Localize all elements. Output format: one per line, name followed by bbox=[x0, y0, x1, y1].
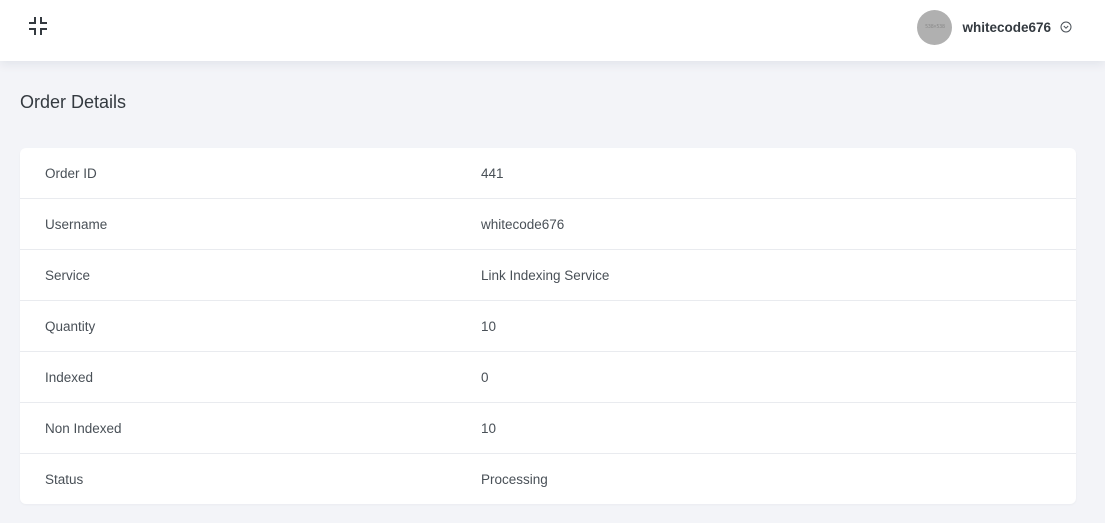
collapse-sidebar-button[interactable] bbox=[26, 14, 50, 38]
table-row: Quantity 10 bbox=[20, 300, 1076, 352]
page-title: Order Details bbox=[20, 92, 127, 112]
order-id-value: 441 bbox=[481, 165, 504, 181]
indexed-label: Indexed bbox=[20, 351, 481, 403]
table-row: Order ID 441 bbox=[20, 148, 1076, 199]
avatar-placeholder-text: 538×538 bbox=[925, 24, 945, 30]
status-value: Processing bbox=[481, 453, 1076, 504]
table-row: Status Processing bbox=[20, 453, 1076, 504]
header-username[interactable]: whitecode676 bbox=[962, 20, 1051, 35]
chevron-down-icon[interactable] bbox=[1060, 21, 1072, 33]
order-id-label: Order ID bbox=[45, 165, 97, 181]
indexed-value: 0 bbox=[481, 351, 1076, 403]
non-indexed-value: 10 bbox=[481, 402, 1076, 454]
status-label: Status bbox=[20, 453, 481, 504]
username-label: Username bbox=[20, 198, 481, 250]
non-indexed-label: Non Indexed bbox=[20, 402, 481, 454]
order-details-card: Order ID 441 Username whitecode676 Servi… bbox=[20, 148, 1076, 504]
table-row: Indexed 0 bbox=[20, 351, 1076, 403]
table-row: Non Indexed 10 bbox=[20, 402, 1076, 454]
service-value: Link Indexing Service bbox=[481, 249, 1076, 301]
quantity-value: 10 bbox=[481, 300, 1076, 352]
collapse-icon bbox=[29, 17, 47, 35]
service-label: Service bbox=[20, 249, 481, 301]
top-bar: 538×538 whitecode676 bbox=[0, 0, 1105, 61]
user-menu[interactable]: 538×538 whitecode676 bbox=[917, 9, 1072, 45]
avatar[interactable]: 538×538 bbox=[917, 9, 953, 45]
username-value: whitecode676 bbox=[481, 198, 1076, 250]
table-row: Service Link Indexing Service bbox=[20, 249, 1076, 301]
table-row: Username whitecode676 bbox=[20, 198, 1076, 250]
order-details-table: Order ID 441 Username whitecode676 Servi… bbox=[20, 148, 1076, 504]
quantity-label: Quantity bbox=[20, 300, 481, 352]
